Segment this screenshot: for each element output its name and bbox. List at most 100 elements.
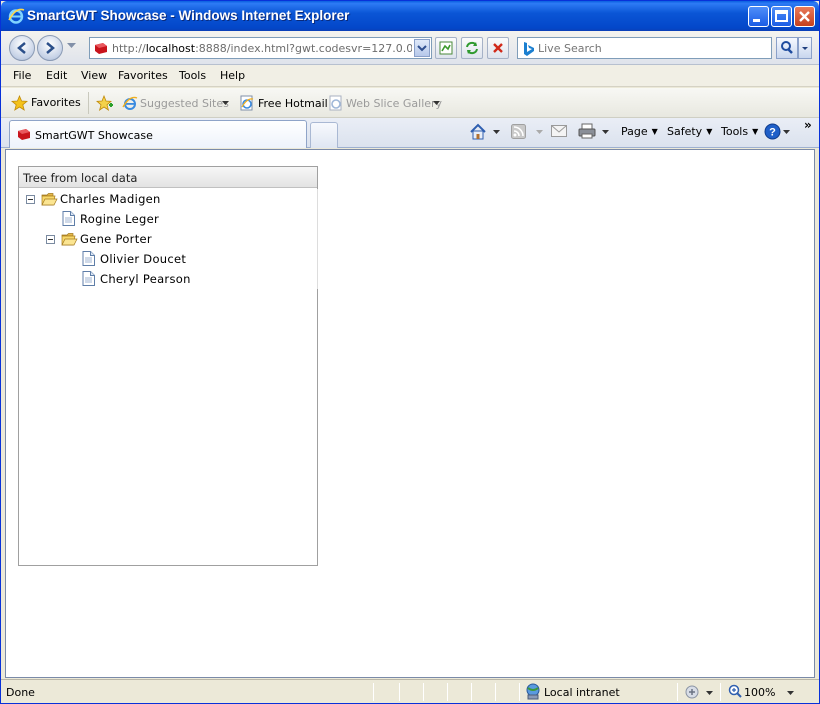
home-icon[interactable] [469, 123, 487, 140]
zoom-icon[interactable] [728, 684, 742, 698]
folder-open-icon [61, 233, 78, 246]
status-divider [677, 683, 678, 701]
print-dropdown-icon[interactable] [602, 130, 609, 134]
feeds-dropdown-icon[interactable] [536, 130, 543, 134]
close-window-button[interactable] [794, 6, 815, 27]
back-button[interactable] [9, 35, 35, 61]
protected-mode-icon[interactable] [684, 684, 702, 700]
chevron-down-icon [802, 47, 808, 50]
minimize-icon [753, 19, 760, 22]
intranet-zone-icon [526, 683, 540, 700]
title-bar[interactable]: SmartGWT Showcase - Windows Internet Exp… [1, 1, 819, 31]
compatibility-view-button[interactable] [435, 37, 457, 59]
hotmail-page-icon [240, 95, 254, 111]
address-bar[interactable]: http://localhost:8888/index.html?gwt.cod… [89, 37, 432, 59]
minimize-button[interactable] [748, 6, 769, 27]
help-dropdown-icon[interactable] [783, 130, 790, 134]
stop-icon [493, 43, 503, 53]
status-text: Done [6, 686, 35, 699]
arrow-right-icon [46, 42, 55, 54]
history-dropdown-icon[interactable] [67, 43, 76, 49]
search-box[interactable] [517, 37, 772, 59]
search-options-button[interactable] [798, 37, 812, 59]
web-slice-gallery-link[interactable]: Web Slice Gallery [346, 97, 442, 110]
tree-scrollbar-track[interactable] [317, 189, 318, 289]
suggested-sites-link[interactable]: Suggested Sites [140, 97, 229, 110]
add-favorite-icon[interactable] [96, 95, 114, 111]
compatibility-view-icon [439, 41, 453, 55]
read-mail-icon[interactable] [551, 125, 567, 137]
address-url[interactable]: http://localhost:8888/index.html?gwt.cod… [112, 42, 412, 55]
document-icon [62, 211, 75, 226]
status-divider [399, 683, 400, 701]
url-host: localhost [145, 42, 196, 55]
zoom-dropdown-icon[interactable] [787, 691, 794, 695]
browser-window: SmartGWT Showcase - Windows Internet Exp… [0, 0, 820, 704]
protected-mode-dropdown-icon[interactable] [706, 691, 713, 695]
tree-header[interactable]: Tree from local data [19, 167, 317, 188]
more-commands-chevron[interactable]: » [804, 118, 812, 132]
page-content: Tree from local data Charles Madigen Rog… [5, 149, 815, 678]
web-slice-page-icon [329, 95, 342, 111]
security-zone-label[interactable]: Local intranet [544, 686, 620, 699]
document-icon [82, 271, 95, 286]
favorites-divider [88, 92, 89, 114]
status-divider [471, 683, 472, 701]
menu-bar: File Edit View Favorites Tools Help [1, 65, 819, 87]
menu-edit[interactable]: Edit [46, 69, 67, 82]
home-dropdown-icon[interactable] [493, 130, 500, 134]
close-icon [799, 11, 810, 22]
folder-open-icon [41, 193, 58, 206]
web-slice-dropdown-icon[interactable] [433, 101, 440, 105]
menu-help[interactable]: Help [220, 69, 245, 82]
tree-node-label: Olivier Doucet [100, 252, 187, 266]
caret-down-icon: ▼ [752, 127, 759, 136]
zoom-level[interactable]: 100% [744, 686, 775, 699]
url-scheme: http:// [112, 42, 146, 55]
tree-node-olivier-doucet[interactable]: Olivier Doucet [19, 249, 317, 269]
status-divider [373, 683, 374, 701]
tree-node-label: Cheryl Pearson [100, 272, 191, 286]
refresh-icon [466, 41, 478, 55]
tree-node-label: Rogine Leger [80, 212, 160, 226]
gwt-page-icon [18, 129, 30, 140]
search-input[interactable] [538, 40, 766, 56]
forward-button[interactable] [37, 35, 63, 61]
free-hotmail-link[interactable]: Free Hotmail [258, 97, 328, 110]
help-icon[interactable]: ? [764, 123, 781, 140]
collapse-icon[interactable] [26, 195, 35, 204]
menu-view[interactable]: View [81, 69, 107, 82]
page-menu-label: Page [621, 125, 648, 138]
tools-menu-button[interactable]: Tools ▼ [721, 125, 758, 138]
menu-file[interactable]: File [13, 69, 31, 82]
safety-menu-label: Safety [667, 125, 703, 138]
search-button[interactable] [776, 37, 798, 59]
suggested-sites-dropdown-icon[interactable] [222, 101, 229, 105]
favorites-bar: Favorites Suggested Sites Free Hotmail W… [1, 88, 819, 118]
status-divider [495, 683, 496, 701]
ie-page-icon [122, 96, 138, 110]
tree-node-cheryl-pearson[interactable]: Cheryl Pearson [19, 269, 317, 289]
tree-grid: Tree from local data Charles Madigen Rog… [18, 166, 318, 566]
menu-tools[interactable]: Tools [179, 69, 206, 82]
address-dropdown-button[interactable] [414, 39, 430, 57]
window-title: SmartGWT Showcase - Windows Internet Exp… [27, 8, 350, 23]
menu-favorites[interactable]: Favorites [118, 69, 168, 82]
tree-node-rogine-leger[interactable]: Rogine Leger [19, 209, 317, 229]
page-menu-button[interactable]: Page ▼ [621, 125, 658, 138]
safety-menu-button[interactable]: Safety ▼ [667, 125, 712, 138]
favorites-button[interactable]: Favorites [31, 96, 81, 109]
tools-menu-label: Tools [721, 125, 749, 138]
new-tab-button[interactable] [310, 122, 338, 148]
feeds-icon[interactable] [511, 124, 526, 139]
collapse-icon[interactable] [46, 235, 55, 244]
print-icon[interactable] [578, 123, 596, 139]
tree-node-gene-porter[interactable]: Gene Porter [19, 229, 317, 249]
stop-button[interactable] [487, 37, 509, 59]
tree-node-charles-madigen[interactable]: Charles Madigen [19, 189, 317, 209]
refresh-button[interactable] [461, 37, 483, 59]
tab-smartgwt-showcase[interactable]: SmartGWT Showcase [9, 120, 307, 148]
maximize-button[interactable] [771, 6, 792, 27]
tree-header-label: Tree from local data [23, 171, 138, 185]
maximize-icon [775, 10, 788, 22]
